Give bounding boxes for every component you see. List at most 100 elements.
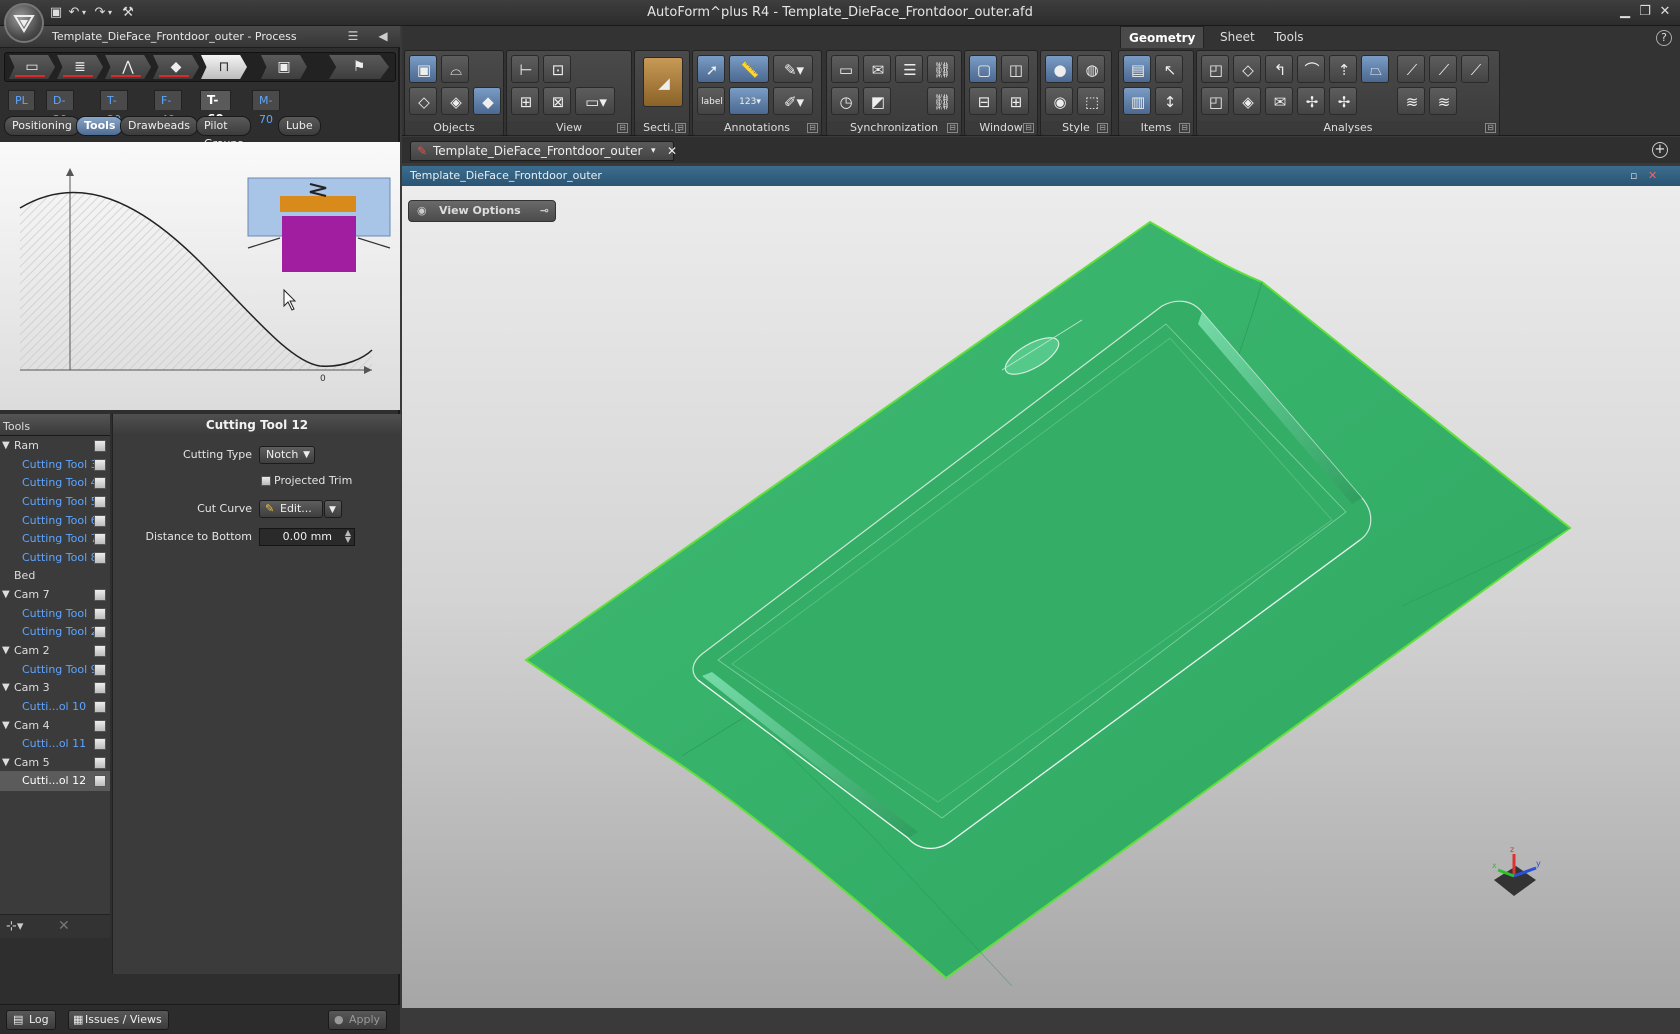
expand-triangle-icon[interactable]: ▼ [2, 678, 10, 698]
minimize-icon[interactable]: ▁ [1616, 4, 1634, 20]
tab-dropdown-icon[interactable]: ▾ [651, 142, 656, 160]
section-icon[interactable]: ◢ [643, 57, 683, 107]
analyses-group-expand-icon[interactable]: ⊟ [1485, 123, 1496, 133]
tree-group-item[interactable]: ▼ Ram [0, 436, 110, 456]
tree-item-checkbox[interactable] [94, 626, 106, 638]
items-layer-icon[interactable]: ▥ [1123, 87, 1151, 115]
ribbon-tab-sheet[interactable]: Sheet [1212, 26, 1263, 48]
analysis-hem-icon[interactable]: ≋ [1397, 87, 1425, 115]
annotate-pen-icon[interactable]: ✎▾ [773, 55, 813, 83]
tree-tool-item[interactable]: Cutti...ol 12 [0, 771, 110, 791]
step-binder-icon[interactable]: ≣ [57, 55, 103, 79]
tree-item-checkbox[interactable] [94, 607, 106, 620]
sync-unlink-icon[interactable]: ⛓ [927, 87, 955, 115]
tree-group-item[interactable]: ▼ Cam 2 [0, 641, 110, 661]
tab-t-30[interactable]: T-30 [100, 90, 128, 126]
tree-tool-item[interactable]: Cutting Tool 7 [0, 529, 110, 549]
view-maximize-icon[interactable]: ▫ [1630, 166, 1637, 186]
subtab-pilot-groups[interactable]: Pilot Groups [196, 116, 252, 150]
subtab-lube[interactable]: Lube [278, 116, 321, 136]
apply-button[interactable]: ● Apply [328, 1010, 388, 1030]
help-icon[interactable]: ? [1656, 30, 1672, 46]
view-axes-icon[interactable]: ⊢ [511, 55, 539, 83]
window-split-h-icon[interactable]: ⊟ [969, 87, 997, 115]
tab-d-20[interactable]: D-20 [46, 90, 74, 126]
tree-tool-item[interactable]: Cutting Tool 9 [0, 660, 110, 680]
tree-item-checkbox[interactable] [94, 514, 106, 527]
step-trim-icon[interactable]: ⊓ [201, 55, 247, 79]
annotate-label-icon[interactable]: label [697, 87, 725, 115]
expand-triangle-icon[interactable]: ▼ [2, 716, 10, 736]
cut-curve-edit-button[interactable]: ✎ Edit... [259, 500, 323, 518]
expand-triangle-icon[interactable]: ▼ [2, 436, 10, 456]
window-quad-icon[interactable]: ⊞ [1001, 87, 1029, 115]
tab-f-40[interactable]: F-40 [154, 90, 182, 126]
add-tool-icon[interactable]: ⊹▾ [6, 919, 23, 934]
tab-m-70[interactable]: M-70 [252, 90, 280, 126]
analysis-direction-icon[interactable]: ⇡ [1329, 55, 1357, 83]
tree-tool-item[interactable]: Cutting Tool 2 [0, 622, 110, 642]
style-mesh-icon[interactable]: ◉ [1045, 87, 1073, 115]
tree-group-item[interactable]: ▼ Cam 7 [0, 585, 110, 605]
annotations-group-expand-icon[interactable]: ⊟ [807, 123, 818, 133]
tree-tool-item[interactable]: Cutti...ol 10 [0, 697, 110, 717]
objects-part-icon[interactable]: ▣ [409, 55, 437, 83]
sync-surface-icon[interactable]: ◩ [863, 87, 891, 115]
items-arrow-icon[interactable]: ↖ [1155, 55, 1183, 83]
analysis-part-icon[interactable]: ◰ [1201, 55, 1229, 83]
analysis-flange-3-icon[interactable]: ⟋ [1461, 55, 1489, 83]
pin-icon[interactable]: ⊸ [540, 201, 549, 221]
tree-tool-item[interactable]: Cutting Tool 8 [0, 548, 110, 568]
subtab-tools[interactable]: Tools [76, 116, 124, 136]
sync-list-icon[interactable]: ☰ [895, 55, 923, 83]
tree-tool-item[interactable]: Cutting Tool 3 [0, 455, 110, 475]
items-updown-icon[interactable]: ↕ [1155, 87, 1183, 115]
expand-triangle-icon[interactable]: ▼ [2, 585, 10, 605]
subtab-drawbeads[interactable]: Drawbeads [120, 116, 198, 136]
style-box-icon[interactable]: ⬚ [1077, 87, 1105, 115]
analysis-cross-icon[interactable]: ✢ [1297, 87, 1325, 115]
document-tab[interactable]: ✎ Template_DieFace_Frontdoor_outer ▾ ✕ [410, 141, 677, 161]
tree-group-item[interactable]: ▼ Cam 4 [0, 716, 110, 736]
window-split-v-icon[interactable]: ◫ [1001, 55, 1029, 83]
annotate-number-icon[interactable]: 123▾ [729, 87, 769, 115]
add-view-icon[interactable]: + [1652, 142, 1668, 158]
window-single-icon[interactable]: ▢ [969, 55, 997, 83]
tree-item-checkbox[interactable] [94, 775, 106, 787]
analysis-part-2-icon[interactable]: ◰ [1201, 87, 1229, 115]
tab-pl[interactable]: PL [8, 90, 35, 110]
cut-curve-dropdown[interactable]: ▼ [324, 500, 342, 518]
tree-tool-item[interactable]: Cutting Tool 4 [0, 473, 110, 493]
style-wireframe-icon[interactable]: ◍ [1077, 55, 1105, 83]
ribbon-tab-geometry[interactable]: Geometry [1120, 26, 1205, 48]
items-group-expand-icon[interactable]: ⊟ [1179, 123, 1190, 133]
analysis-hem-2-icon[interactable]: ≋ [1429, 87, 1457, 115]
3d-viewport[interactable]: z y x ◉ View Options ⊸ [402, 186, 1680, 1008]
close-icon[interactable]: ✕ [1656, 4, 1674, 20]
view-close-icon[interactable]: ✕ [1648, 166, 1657, 186]
annotate-ruler-icon[interactable]: 📏 [729, 55, 769, 83]
tree-item-checkbox[interactable] [94, 756, 106, 769]
view-select-icon[interactable]: ⊞ [511, 87, 539, 115]
expand-triangle-icon[interactable]: ▼ [2, 641, 10, 661]
tree-item-checkbox[interactable] [94, 477, 106, 489]
section-group-expand-icon[interactable]: ⊟ [675, 123, 686, 133]
tree-item-checkbox[interactable] [94, 663, 106, 676]
analysis-bend-icon[interactable]: ⌒ [1297, 55, 1325, 83]
tree-item-checkbox[interactable] [94, 645, 106, 657]
style-group-expand-icon[interactable]: ⊟ [1097, 123, 1108, 133]
annotate-brush-icon[interactable]: ✐▾ [773, 87, 813, 115]
expand-triangle-icon[interactable]: ▼ [2, 753, 10, 773]
projected-trim-checkbox[interactable] [261, 476, 271, 486]
analysis-envelope-icon[interactable]: ✉ [1265, 87, 1293, 115]
step-draw-icon[interactable]: ⋀ [105, 55, 151, 79]
tree-tool-item[interactable]: Cutting Tool 6 [0, 511, 110, 531]
tree-item-checkbox[interactable] [94, 458, 106, 471]
tree-item-checkbox[interactable] [94, 738, 106, 750]
tree-item-checkbox[interactable] [94, 682, 106, 694]
objects-binder-icon[interactable]: ◈ [441, 87, 469, 115]
objects-tool-icon[interactable]: ⌓ [441, 55, 469, 83]
sync-label-icon[interactable]: ✉ [863, 55, 891, 83]
restore-icon[interactable]: ❐ [1636, 4, 1654, 20]
view-camera-icon[interactable]: ▭▾ [575, 87, 615, 115]
